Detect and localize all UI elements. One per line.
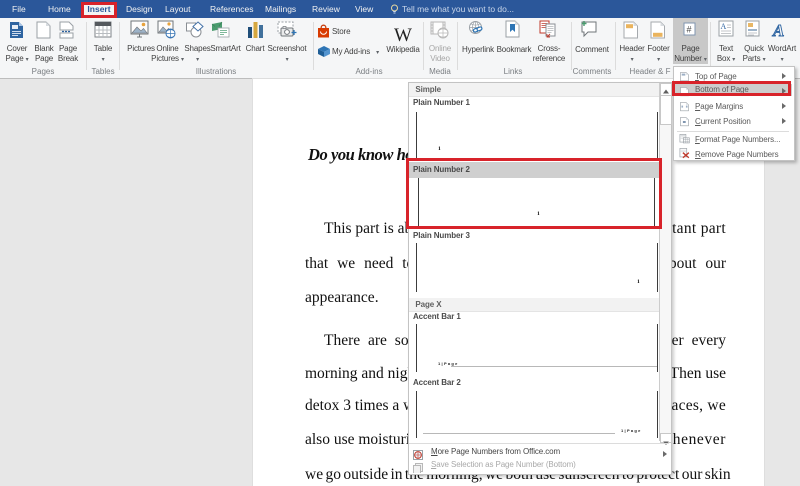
svg-text:A: A	[721, 22, 727, 31]
svg-text:#: #	[687, 25, 692, 35]
svg-text:A: A	[772, 21, 784, 40]
svg-text:W: W	[394, 25, 412, 46]
